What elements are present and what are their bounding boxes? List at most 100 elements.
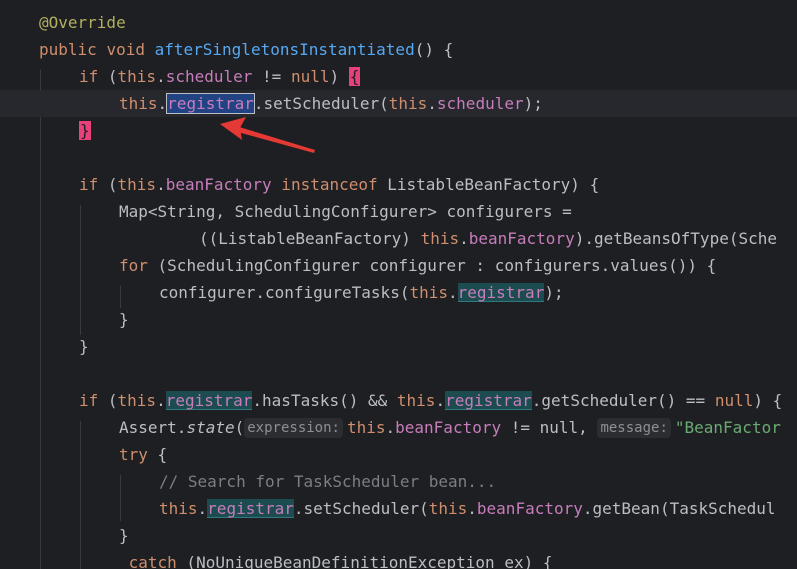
code-token: ) { [570, 175, 600, 194]
code-token: ( [98, 175, 118, 194]
code-token: ( [98, 67, 118, 86]
code-token: configurer.configureTasks( [159, 283, 410, 302]
code-line: } [0, 117, 797, 144]
code-line: } [0, 522, 797, 549]
code-line: } [0, 333, 797, 360]
field-scheduler: scheduler [436, 94, 524, 113]
code-token: ListableBeanFactory [387, 175, 571, 194]
keyword-catch: catch [119, 553, 177, 569]
code-line: configurer.configureTasks(this.registrar… [0, 279, 797, 306]
keyword-null: null [714, 391, 754, 410]
field-bean-factory: beanFactory [476, 499, 583, 518]
code-token: { [147, 445, 168, 464]
keyword-this: this [396, 391, 436, 410]
code-token: ); [544, 283, 564, 302]
code-token: ); [523, 94, 543, 113]
keyword-try: try [119, 445, 148, 464]
code-token: ).getBeansOfType(Sche [574, 229, 777, 248]
code-line: Assert.state(expression: this.beanFactory… [0, 414, 797, 441]
code-comment: // Search for TaskScheduler bean... [159, 472, 497, 491]
method-state: state [186, 418, 235, 437]
code-token: ( [234, 418, 245, 437]
code-token: .hasTasks() && [252, 391, 397, 410]
code-token: . [459, 229, 469, 248]
code-token: . [156, 391, 166, 410]
keyword-instanceof: instanceof [271, 175, 388, 194]
keyword-this: this [159, 499, 198, 518]
override-annotation: @Override [39, 13, 126, 32]
code-token: .setScheduler( [253, 94, 389, 113]
keyword-this: this [119, 94, 158, 113]
code-token: } [79, 337, 89, 356]
code-token: .getBean(TaskSchedul [582, 499, 776, 518]
code-token: . [197, 499, 208, 518]
parameter-hint-expression: expression: [244, 418, 343, 438]
code-token: . [447, 283, 458, 302]
parameter-hint-message: message: [597, 418, 671, 438]
code-token: (SchedulingConfigurer configurer : confi… [147, 256, 717, 275]
code-token: ) { [753, 391, 783, 410]
code-line: public void afterSingletonsInstantiated(… [0, 36, 797, 63]
keyword-this: this [409, 283, 448, 302]
code-token: } [119, 310, 129, 329]
code-line: try { [0, 441, 797, 468]
code-token: ( [98, 391, 118, 410]
keyword-this: this [117, 67, 157, 86]
matched-brace-close: } [79, 121, 91, 140]
code-token: . [435, 391, 446, 410]
code-token: .setScheduler( [293, 499, 429, 518]
code-token: ) [329, 67, 349, 86]
keyword-this: this [117, 175, 157, 194]
code-token: Map<String, SchedulingConfigurer> config… [119, 202, 572, 221]
code-token: . [385, 418, 396, 437]
string-literal: "BeanFactor [674, 418, 781, 437]
keyword-for: for [119, 256, 148, 275]
keyword-public: public [39, 40, 97, 59]
method-name: afterSingletonsInstantiated [154, 40, 415, 59]
method-parens: () { [414, 40, 454, 59]
keyword-this: this [346, 418, 386, 437]
code-editor[interactable]: @Override public void afterSingletonsIns… [0, 0, 797, 569]
keyword-this: this [420, 229, 460, 248]
code-token: . [156, 175, 166, 194]
code-token: } [119, 526, 129, 545]
code-token: (NoUniqueBeanDefinitionException ex) { [176, 553, 553, 569]
keyword-null: null [290, 67, 330, 86]
code-token: . [467, 499, 477, 518]
keyword-this: this [388, 94, 428, 113]
code-token: . [427, 94, 437, 113]
field-bean-factory: beanFactory [165, 175, 272, 194]
code-token: Assert. [119, 418, 187, 437]
code-token: ((ListableBeanFactory) [199, 229, 421, 248]
registrar-usage[interactable]: registrar [165, 391, 253, 410]
code-line: } [0, 306, 797, 333]
field-bean-factory: beanFactory [395, 418, 502, 437]
registrar-usage[interactable]: registrar [445, 391, 532, 410]
code-line: ((ListableBeanFactory) this.beanFactory)… [0, 225, 797, 252]
code-line: for (SchedulingConfigurer configurer : c… [0, 252, 797, 279]
keyword-if: if [79, 175, 99, 194]
code-token: != [252, 67, 291, 86]
keyword-if: if [79, 391, 99, 410]
code-line: if (this.scheduler != null) { [0, 63, 797, 90]
code-token: .getScheduler() == [531, 391, 715, 410]
code-token: . [156, 67, 166, 86]
code-token: . [157, 94, 168, 113]
matched-brace-open: { [348, 67, 361, 86]
keyword-this: this [428, 499, 468, 518]
code-token: != null, [501, 418, 598, 437]
code-line-current: this.registrar.setScheduler(this.schedul… [0, 90, 797, 117]
code-line: catch (NoUniqueBeanDefinitionException e… [0, 549, 797, 569]
code-line: @Override [0, 9, 797, 36]
keyword-void: void [106, 40, 145, 59]
code-line: this.registrar.setScheduler(this.beanFac… [0, 495, 797, 522]
code-line: if (this.registrar.hasTasks() && this.re… [0, 387, 797, 414]
keyword-this: this [117, 391, 157, 410]
code-line: if (this.beanFactory instanceof Listable… [0, 171, 797, 198]
registrar-usage[interactable]: registrar [207, 499, 294, 518]
field-scheduler: scheduler [165, 67, 253, 86]
registrar-usage[interactable]: registrar [457, 283, 545, 302]
code-line: // Search for TaskScheduler bean... [0, 468, 797, 495]
field-bean-factory: beanFactory [468, 229, 575, 248]
selected-registrar[interactable]: registrar [166, 93, 255, 114]
